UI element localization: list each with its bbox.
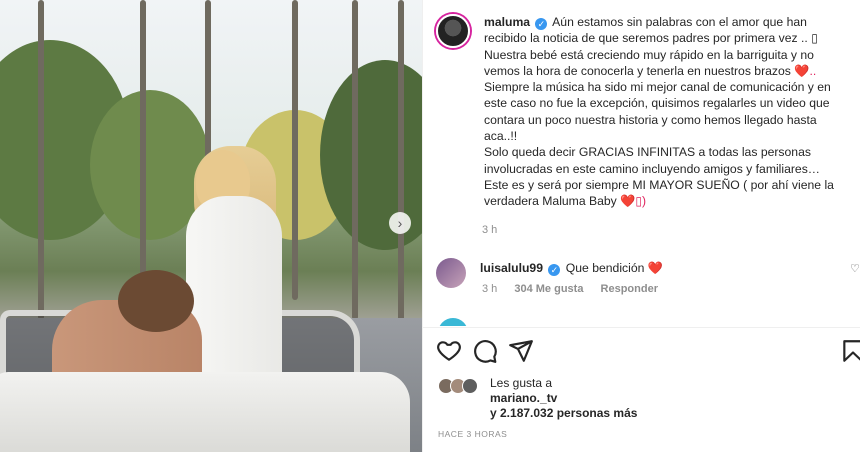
caption-text: maluma ✓ Aún estamos sin palabras con el…: [484, 14, 834, 210]
comment-time[interactable]: 3 h: [482, 283, 497, 295]
chevron-right-icon: ›: [397, 215, 403, 231]
caption-line: Siempre la música ha sido mi mejor canal…: [484, 80, 831, 95]
comment-body: Que bendición: [565, 261, 645, 275]
caption-line: Nuestra bebé está creciendo muy rápido e…: [484, 47, 814, 62]
action-bar: [436, 338, 860, 366]
author-avatar[interactable]: [436, 14, 470, 48]
commenter-username[interactable]: luisalulu99: [480, 261, 543, 275]
caption-emoji: ❤️▯): [620, 194, 647, 209]
comment-emoji: ❤️: [647, 261, 663, 275]
caption-line: contara un poco nuestra historia y como …: [484, 112, 817, 127]
liker-avatar: [462, 378, 478, 394]
palm-trunk: [205, 0, 211, 160]
caption-emoji: ▯: [811, 31, 818, 46]
comment-icon[interactable]: [472, 338, 498, 364]
palm-trunk: [398, 0, 404, 330]
caption-line: recibido la noticia de que seremos padre…: [484, 31, 812, 46]
caption-block: maluma ✓ Aún estamos sin palabras con el…: [436, 14, 860, 210]
partial-comment-row: ··· ·· ···· ···· ·· ·· ····· ····: [438, 318, 860, 326]
palm-trunk: [140, 0, 146, 300]
likes-count[interactable]: y 2.187.032 personas más: [490, 406, 637, 421]
palm-trunk: [352, 0, 358, 320]
man-head: [118, 270, 194, 332]
author-username[interactable]: maluma: [484, 15, 530, 29]
partial-comment-text: ··· ·· ···· ···· ·· ·· ····· ····: [482, 320, 675, 326]
comment-like-icon[interactable]: ♡: [850, 262, 860, 275]
liker-username[interactable]: mariano._tv: [490, 391, 637, 406]
heart-icon[interactable]: [436, 338, 462, 364]
verified-badge-icon: ✓: [535, 18, 548, 30]
reply-button[interactable]: Responder: [601, 283, 658, 295]
caption-emoji: ❤️..: [794, 63, 817, 78]
car-body: [0, 372, 410, 452]
verified-badge-icon: ✓: [548, 264, 561, 276]
next-photo-button[interactable]: ›: [389, 212, 411, 234]
caption-line: verdadera Maluma Baby: [484, 194, 621, 209]
send-icon[interactable]: [508, 338, 534, 364]
post-date[interactable]: HACE 3 HORAS: [438, 429, 507, 439]
likes-summary: Les gusta a mariano._tv y 2.187.032 pers…: [490, 376, 637, 421]
caption-line: este caso no fue la excepción, quisimos …: [484, 96, 830, 111]
post-timestamp[interactable]: 3 h: [482, 224, 497, 236]
comment-likes[interactable]: 304 Me gusta: [514, 283, 583, 295]
commenter-avatar[interactable]: [436, 258, 466, 288]
caption-line: involucradas en este camino incluyendo a…: [484, 161, 820, 176]
palm-trunk: [292, 0, 298, 300]
post-photo[interactable]: ›: [0, 0, 422, 452]
likes-prefix: Les gusta a: [490, 376, 553, 390]
caption-line: aca..!!: [484, 129, 518, 144]
actions-divider: [422, 327, 860, 328]
commenter-avatar[interactable]: [438, 318, 468, 326]
caption-line: Este es y será por siempre MI MAYOR SUEÑ…: [484, 177, 834, 192]
likers-avatars[interactable]: [438, 378, 478, 394]
instagram-post: › maluma ✓ Aún estamos sin palabras con …: [0, 0, 860, 452]
bookmark-icon[interactable]: [840, 338, 860, 364]
caption-line: Aún estamos sin palabras con el amor que…: [552, 15, 807, 29]
caption-line: Solo queda decir GRACIAS INFINITAS a tod…: [484, 145, 811, 160]
caption-line: vemos la hora de conocerla y tenerla en …: [484, 63, 795, 78]
palm-trunk: [38, 0, 44, 320]
comment-meta: 3 h 304 Me gusta Responder: [482, 283, 672, 295]
